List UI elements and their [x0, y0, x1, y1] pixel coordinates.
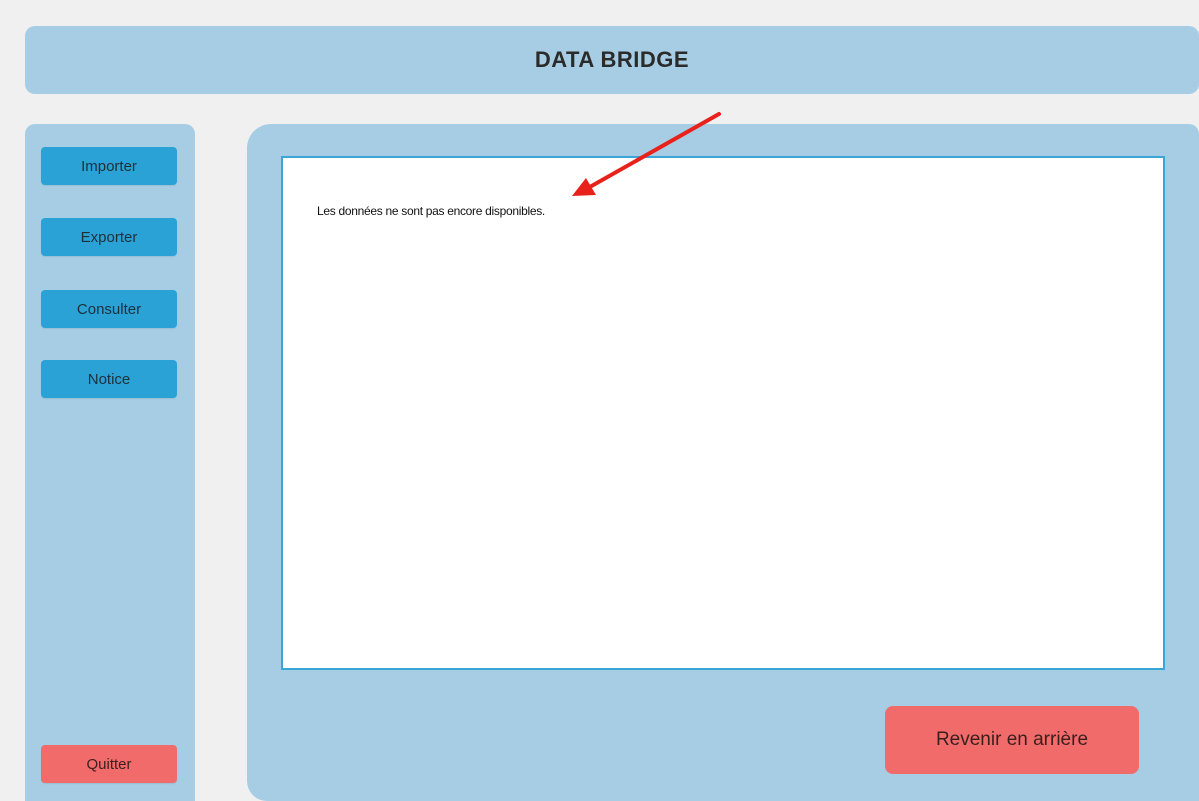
- sidebar: Importer Exporter Consulter Notice Quitt…: [25, 124, 195, 801]
- no-data-message: Les données ne sont pas encore disponibl…: [317, 204, 545, 218]
- export-button[interactable]: Exporter: [41, 218, 177, 256]
- notice-button[interactable]: Notice: [41, 360, 177, 398]
- import-button[interactable]: Importer: [41, 147, 177, 185]
- app-header: DATA BRIDGE: [25, 26, 1199, 94]
- main-panel: Les données ne sont pas encore disponibl…: [247, 124, 1199, 801]
- back-button[interactable]: Revenir en arrière: [885, 706, 1139, 774]
- quit-button[interactable]: Quitter: [41, 745, 177, 783]
- app-title: DATA BRIDGE: [534, 47, 690, 72]
- data-display-area: Les données ne sont pas encore disponibl…: [281, 156, 1165, 670]
- consult-button[interactable]: Consulter: [41, 290, 177, 328]
